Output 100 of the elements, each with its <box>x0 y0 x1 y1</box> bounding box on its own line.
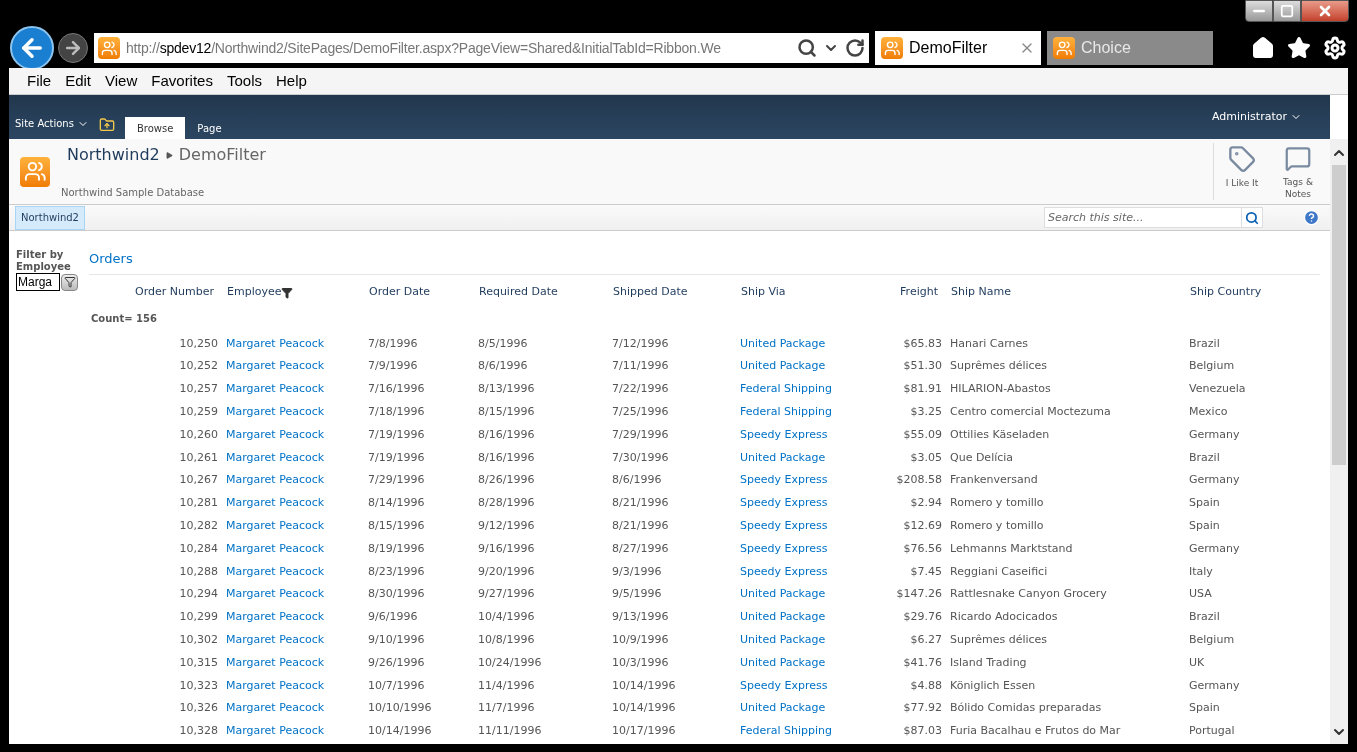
table-link[interactable]: Margaret Peacock <box>226 472 325 489</box>
ribbon-tab[interactable]: Browse <box>124 117 186 139</box>
top-nav-link[interactable]: Northwind2 <box>15 205 85 230</box>
table-cell-text: 8/5/1996 <box>478 335 528 352</box>
table-link[interactable]: Margaret Peacock <box>226 654 325 672</box>
column-header[interactable]: Required Date <box>479 284 558 301</box>
table-link[interactable]: United Package <box>740 700 826 717</box>
table-link[interactable]: Margaret Peacock <box>226 358 325 375</box>
ribbon-tab[interactable]: Page <box>185 117 234 139</box>
social-action-button[interactable]: Tags & Notes <box>1270 143 1326 200</box>
search-icon <box>1245 210 1259 225</box>
table-link[interactable]: Federal Shipping <box>740 381 833 398</box>
table-link[interactable]: United Package <box>740 358 826 375</box>
table-cell: Germany <box>1189 472 1240 489</box>
table-cell: Rattlesnake Canyon Grocery <box>950 586 1107 603</box>
table-link[interactable]: Margaret Peacock <box>226 700 325 717</box>
help-icon[interactable] <box>1303 209 1320 226</box>
table-cell-text: Que Delícia <box>950 449 1014 466</box>
table-link[interactable]: Speedy Express <box>740 563 828 581</box>
search-field[interactable]: Search this site... <box>1044 207 1242 228</box>
table-link[interactable]: Speedy Express <box>740 426 828 444</box>
apply-filter-button[interactable] <box>61 273 78 291</box>
table-link[interactable]: Margaret Peacock <box>226 632 325 649</box>
minimize-button[interactable] <box>1245 0 1273 22</box>
column-header[interactable]: Ship Via <box>741 284 786 301</box>
site-actions-menu[interactable]: Site Actions <box>15 116 89 131</box>
home-icon[interactable] <box>1251 36 1275 60</box>
table-link[interactable]: Margaret Peacock <box>226 426 325 444</box>
table-link[interactable]: Margaret Peacock <box>226 518 325 535</box>
settings-icon[interactable] <box>1323 36 1347 60</box>
table-link[interactable]: Margaret Peacock <box>226 381 325 398</box>
table-link[interactable]: Speedy Express <box>740 472 828 489</box>
table-link[interactable]: United Package <box>740 586 826 603</box>
menu-item[interactable]: Favorites <box>151 69 213 93</box>
close-button[interactable] <box>1301 0 1349 22</box>
table-link[interactable]: Margaret Peacock <box>226 563 325 581</box>
table-cell: Furia Bacalhau e Frutos do Mar <box>950 723 1121 740</box>
menu-item[interactable]: File <box>27 69 52 93</box>
column-header[interactable]: Order Number <box>135 284 214 301</box>
user-menu[interactable]: Administrator <box>1212 109 1302 126</box>
column-header[interactable]: Employee <box>227 284 294 301</box>
table-cell-text: 10,260 <box>179 426 218 443</box>
column-header[interactable]: Shipped Date <box>613 284 688 301</box>
address-bar[interactable]: http://spdev12/Northwind2/SitePages/DemoFilter.aspx?PageView=Shared&InitialTabId=Ribbon.We <box>94 33 869 63</box>
menu-item[interactable]: View <box>105 69 138 93</box>
menu-item[interactable]: Edit <box>65 69 92 93</box>
table-cell: Suprêmes délices <box>950 358 1048 375</box>
table-link[interactable]: Margaret Peacock <box>226 677 325 695</box>
orders-title[interactable]: Orders <box>89 249 1320 275</box>
menu-item[interactable]: Help <box>276 69 307 93</box>
table-link[interactable]: United Package <box>740 654 826 672</box>
table-cell-text: 9/3/1996 <box>612 563 662 580</box>
table-link[interactable]: Margaret Peacock <box>226 495 325 512</box>
column-header[interactable]: Order Date <box>369 284 431 301</box>
table-link[interactable]: Margaret Peacock <box>226 540 325 558</box>
table-cell-text: $6.27 <box>910 632 942 648</box>
site-logo-icon <box>20 156 50 187</box>
favorites-star-icon[interactable] <box>1287 36 1311 60</box>
table-link[interactable]: Federal Shipping <box>740 723 833 740</box>
table-link[interactable]: United Package <box>740 335 826 353</box>
table-cell: 10/14/1996 <box>368 723 432 740</box>
table-cell: Belgium <box>1189 358 1235 375</box>
table-cell: 8/28/1996 <box>478 495 535 512</box>
table-link[interactable]: Margaret Peacock <box>226 586 325 603</box>
table-link[interactable]: United Package <box>740 632 826 649</box>
table-link[interactable]: United Package <box>740 449 826 467</box>
table-link[interactable]: Speedy Express <box>740 677 828 695</box>
menu-item[interactable]: Tools <box>226 69 262 93</box>
column-header[interactable]: Ship Name <box>951 284 1011 301</box>
back-button[interactable] <box>10 26 54 70</box>
vertical-scrollbar[interactable] <box>1330 139 1348 744</box>
table-link[interactable]: Margaret Peacock <box>226 723 325 740</box>
scrollbar-thumb[interactable] <box>1332 165 1346 465</box>
maximize-button[interactable] <box>1273 0 1301 22</box>
refresh-icon[interactable] <box>845 38 865 58</box>
browser-tab[interactable]: Choice <box>1047 31 1213 65</box>
table-link[interactable]: Speedy Express <box>740 495 828 512</box>
breadcrumb-item[interactable]: Northwind2 <box>67 143 160 167</box>
forward-button[interactable] <box>58 33 88 63</box>
column-header[interactable]: Ship Country <box>1190 284 1262 301</box>
column-header[interactable]: Freight <box>900 284 938 301</box>
search-icon[interactable] <box>797 38 817 58</box>
search-button[interactable] <box>1242 207 1263 228</box>
social-action-button[interactable]: I Like It <box>1214 143 1270 200</box>
table-link[interactable]: Margaret Peacock <box>226 404 325 421</box>
table-link[interactable]: Margaret Peacock <box>226 335 325 353</box>
table-cell-text: $55.09 <box>903 426 942 443</box>
table-cell-text: 9/12/1996 <box>478 518 535 534</box>
table-link[interactable]: Speedy Express <box>740 540 828 558</box>
site-logo-icon <box>881 37 903 59</box>
table-link[interactable]: Speedy Express <box>740 518 828 535</box>
table-cell: 10/4/1996 <box>478 609 535 626</box>
table-link[interactable]: Margaret Peacock <box>226 449 325 467</box>
navigate-up-icon[interactable] <box>98 117 115 133</box>
table-cell: 8/21/1996 <box>612 495 669 512</box>
browser-tab[interactable]: DemoFilter <box>875 31 1041 65</box>
table-link[interactable]: United Package <box>740 609 826 626</box>
table-link[interactable]: Margaret Peacock <box>226 609 325 626</box>
table-link[interactable]: Federal Shipping <box>740 404 833 421</box>
filter-input[interactable]: Marga <box>16 273 60 291</box>
